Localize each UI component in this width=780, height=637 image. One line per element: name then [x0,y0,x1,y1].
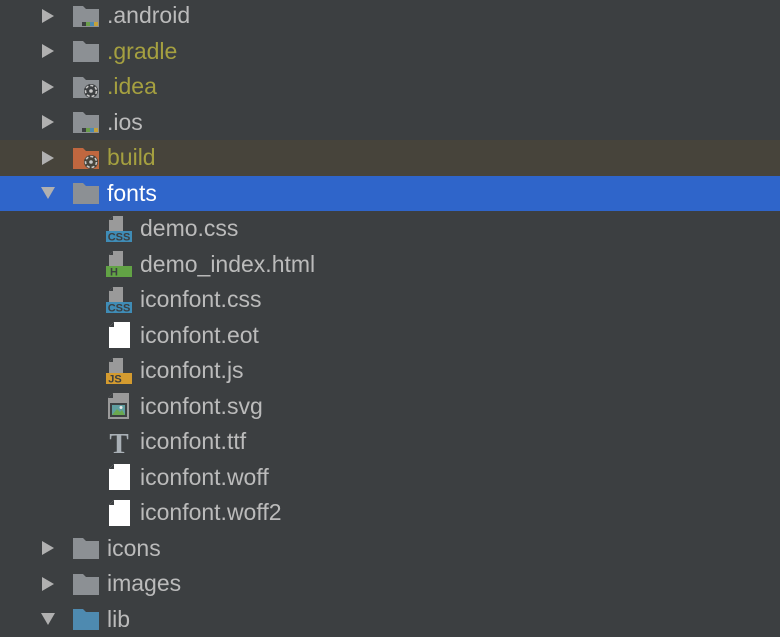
tree-item-iconfont-css[interactable]: CSS iconfont.css [0,282,780,318]
tree-item-images[interactable]: images [0,566,780,602]
tree-item-demo-index-html[interactable]: H demo_index.html [0,247,780,283]
expand-arrow-icon[interactable] [40,79,56,95]
js-badge-text: JS [108,373,121,385]
tree-item-icons[interactable]: icons [0,531,780,567]
tree-item-lib[interactable]: lib [0,602,780,637]
tree-item-label: iconfont.ttf [140,430,246,453]
tree-item-iconfont-eot[interactable]: iconfont.eot [0,318,780,354]
tree-item-label: .ios [107,111,143,134]
css-file-icon: CSS [105,286,133,314]
tree-item-ios[interactable]: .ios [0,105,780,141]
file-icon [105,321,133,349]
folder-icon [72,179,100,207]
tree-item-idea[interactable]: .idea [0,69,780,105]
tree-item-iconfont-js[interactable]: JS iconfont.js [0,353,780,389]
tree-item-label: iconfont.js [140,359,244,382]
css-file-icon: CSS [105,215,133,243]
tree-item-label: demo.css [140,217,238,240]
tree-item-iconfont-svg[interactable]: iconfont.svg [0,389,780,425]
tree-item-iconfont-woff2[interactable]: iconfont.woff2 [0,495,780,531]
tree-item-label: iconfont.svg [140,395,263,418]
expand-arrow-icon[interactable] [40,43,56,59]
tree-item-label: images [107,572,181,595]
font-file-icon: T [105,428,133,456]
html-file-icon: H [105,250,133,278]
file-icon [105,463,133,491]
tree-item-iconfont-ttf[interactable]: T iconfont.ttf [0,424,780,460]
tree-item-label: icons [107,537,161,560]
collapse-arrow-icon[interactable] [40,185,56,201]
expand-arrow-icon[interactable] [40,540,56,556]
tree-item-label: demo_index.html [140,253,315,276]
tree-item-label: .idea [107,75,157,98]
tree-item-label: fonts [107,182,157,205]
html-badge-text: H [110,267,118,279]
expand-arrow-icon[interactable] [40,114,56,130]
tree-item-gradle[interactable]: .gradle [0,34,780,70]
tree-item-label: .gradle [107,40,177,63]
tree-item-label: iconfont.eot [140,324,259,347]
tree-item-label: lib [107,608,130,631]
idea-folder-icon [72,73,100,101]
tree-item-label: .android [107,4,190,27]
font-badge-text: T [109,428,128,456]
js-file-icon: JS [105,357,133,385]
tree-item-fonts[interactable]: fonts [0,176,780,212]
project-tree: .android .gradle .idea [0,0,780,628]
image-file-icon [105,392,133,420]
module-folder-icon [72,108,100,136]
excluded-folder-icon [72,144,100,172]
tree-item-demo-css[interactable]: CSS demo.css [0,211,780,247]
source-folder-icon [72,605,100,633]
folder-icon [72,570,100,598]
tree-item-label: build [107,146,156,169]
tree-item-label: iconfont.woff2 [140,501,282,524]
file-icon [105,499,133,527]
expand-arrow-icon[interactable] [40,8,56,24]
tree-item-label: iconfont.css [140,288,261,311]
tree-item-iconfont-woff[interactable]: iconfont.woff [0,460,780,496]
tree-item-android[interactable]: .android [0,0,780,34]
collapse-arrow-icon[interactable] [40,611,56,627]
module-folder-icon [72,2,100,30]
css-badge-text: CSS [108,302,131,314]
expand-arrow-icon[interactable] [40,576,56,592]
folder-icon [72,37,100,65]
css-badge-text: CSS [108,231,131,243]
folder-icon [72,534,100,562]
tree-item-label: iconfont.woff [140,466,269,489]
expand-arrow-icon[interactable] [40,150,56,166]
tree-item-build[interactable]: build [0,140,780,176]
